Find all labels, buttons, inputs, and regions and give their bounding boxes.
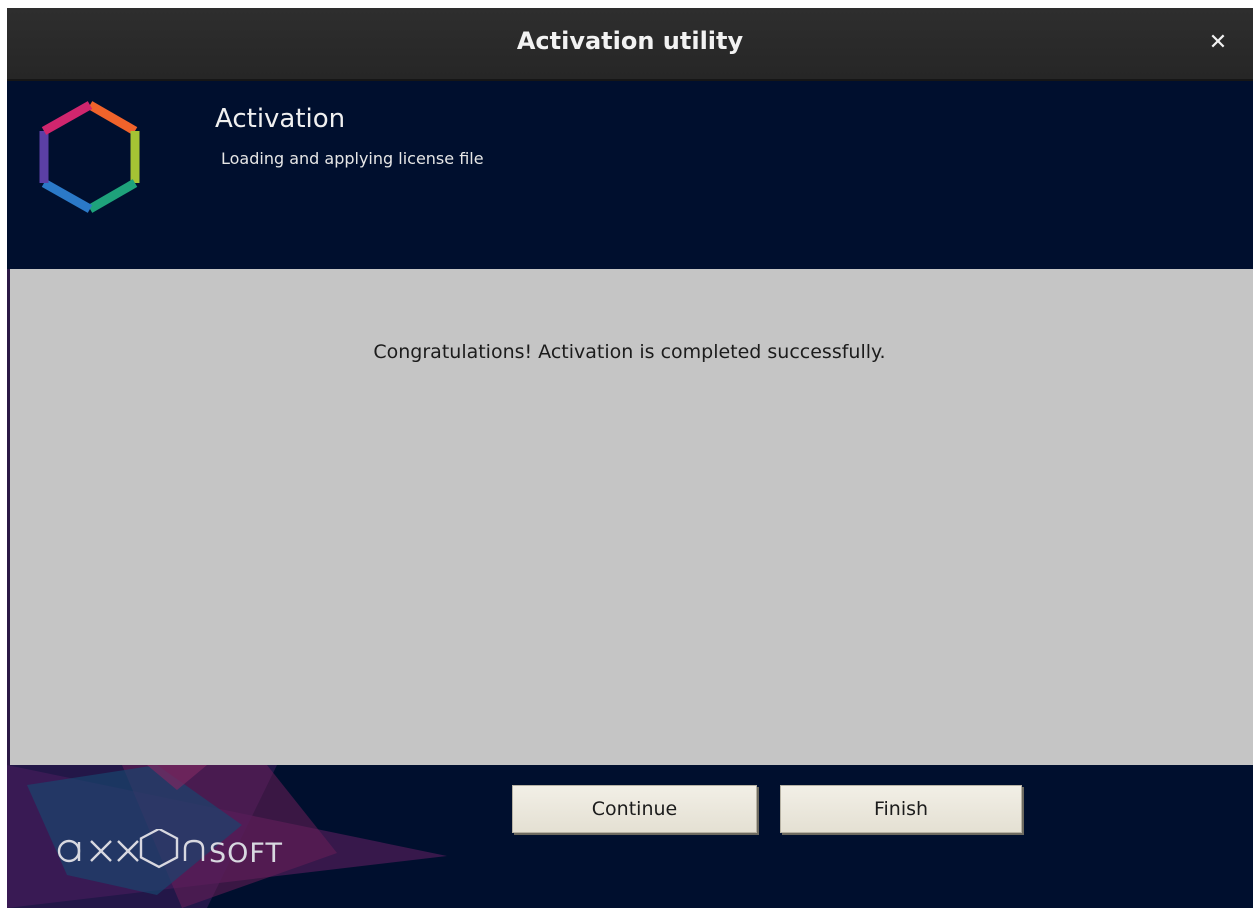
close-icon[interactable]: ✕ xyxy=(1203,28,1233,58)
svg-text:SOFT: SOFT xyxy=(209,838,283,869)
content-panel: Congratulations! Activation is completed… xyxy=(10,269,1253,765)
wizard-header: Activation Loading and applying license … xyxy=(7,81,1253,269)
axxonsoft-logo: SOFT xyxy=(57,827,307,873)
hexagon-logo-icon xyxy=(39,101,140,213)
header-subtitle: Loading and applying license file xyxy=(221,149,484,168)
axxonsoft-logo-icon: SOFT xyxy=(57,827,283,869)
success-message: Congratulations! Activation is completed… xyxy=(373,341,886,363)
window-title: Activation utility xyxy=(516,27,744,55)
header-title: Activation xyxy=(215,104,346,134)
title-bar[interactable]: Activation utility ✕ xyxy=(7,8,1253,81)
page: Activation utility ✕ Activation Loading … xyxy=(0,0,1255,910)
continue-button[interactable]: Continue xyxy=(512,785,757,833)
wizard-footer: SOFT Continue Finish xyxy=(7,765,1253,908)
activation-window: Activation utility ✕ Activation Loading … xyxy=(7,8,1253,908)
finish-button[interactable]: Finish xyxy=(780,785,1022,833)
